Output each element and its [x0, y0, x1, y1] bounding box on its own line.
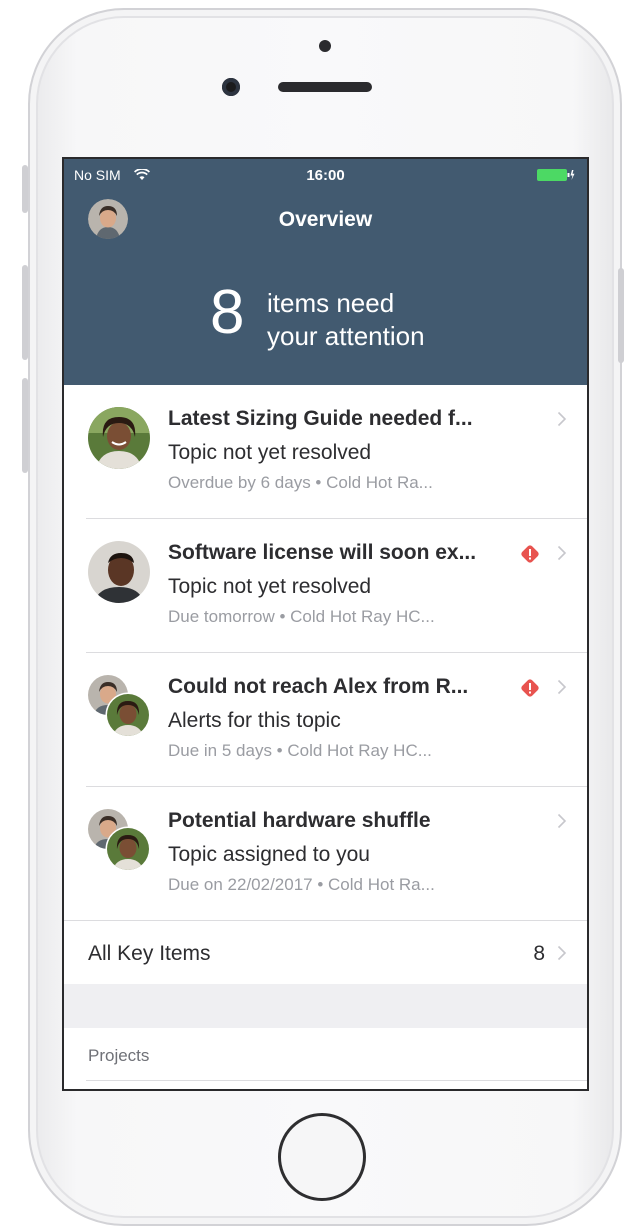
- front-camera-icon: [222, 78, 240, 96]
- volume-up-button: [22, 265, 28, 360]
- chevron-right-icon: [557, 679, 567, 695]
- home-button[interactable]: [278, 1113, 366, 1201]
- page-title: Overview: [278, 208, 373, 231]
- all-key-items-label: All Key Items: [88, 942, 211, 965]
- attention-summary: 8 items need your attention: [64, 277, 587, 357]
- row-divider: [64, 920, 587, 921]
- item-subtitle: Topic not yet resolved: [168, 441, 372, 464]
- item-subtitle: Topic not yet resolved: [168, 575, 372, 598]
- item-meta: Due tomorrow • Cold Hot Ray HC...: [168, 607, 435, 626]
- earpiece-speaker: [278, 82, 372, 92]
- list-item[interactable]: Potential hardware shuffle Topic assigne…: [64, 787, 587, 921]
- chevron-right-icon: [557, 945, 567, 961]
- alert-icon: [521, 545, 539, 563]
- attention-line-2: your attention: [267, 321, 425, 351]
- all-key-items-row[interactable]: All Key Items 8: [64, 922, 587, 984]
- alert-icon: [521, 679, 539, 697]
- status-time: 16:00: [306, 167, 345, 184]
- chevron-right-icon: [557, 545, 567, 561]
- chevron-right-icon: [557, 813, 567, 829]
- item-subtitle: Alerts for this topic: [168, 709, 341, 732]
- attention-count: 8: [210, 278, 245, 347]
- item-subtitle: Topic assigned to you: [168, 843, 370, 866]
- chevron-right-icon: [557, 411, 567, 427]
- row-divider: [86, 1080, 587, 1081]
- group-avatar: [88, 675, 150, 737]
- item-meta: Due in 5 days • Cold Hot Ray HC...: [168, 741, 432, 760]
- key-items-count: 8: [533, 942, 545, 965]
- list-item[interactable]: Latest Sizing Guide needed f... Topic no…: [64, 385, 587, 519]
- volume-down-button: [22, 378, 28, 473]
- power-button: [618, 268, 624, 363]
- item-title: Potential hardware shuffle: [168, 809, 431, 832]
- mute-switch: [22, 165, 28, 213]
- overview-header: No SIM 16:00 Overview 8 items need your …: [64, 159, 587, 385]
- app-screen: No SIM 16:00 Overview 8 items need your …: [62, 157, 589, 1091]
- section-gap: [64, 984, 587, 1028]
- item-title: Latest Sizing Guide needed f...: [168, 407, 473, 430]
- avatar: [88, 541, 150, 603]
- attention-line-1: items need: [267, 288, 395, 318]
- sensor-icon: [319, 40, 331, 52]
- item-meta: Overdue by 6 days • Cold Hot Ra...: [168, 473, 433, 492]
- status-bar: No SIM 16:00: [64, 159, 587, 191]
- item-title: Could not reach Alex from R...: [168, 675, 469, 698]
- item-meta: Due on 22/02/2017 • Cold Hot Ra...: [168, 875, 435, 894]
- avatar: [88, 407, 150, 469]
- item-title: Software license will soon ex...: [168, 541, 477, 564]
- key-items-list: Latest Sizing Guide needed f... Topic no…: [64, 385, 587, 921]
- projects-section-header: Projects: [88, 1046, 150, 1065]
- group-avatar: [88, 809, 150, 871]
- list-item[interactable]: Could not reach Alex from R... Alerts fo…: [64, 653, 587, 787]
- battery-icon: [537, 169, 575, 181]
- list-item[interactable]: Software license will soon ex... Topic n…: [64, 519, 587, 653]
- projects-section: Projects: [64, 1028, 587, 1089]
- attention-text: items need your attention: [267, 287, 425, 353]
